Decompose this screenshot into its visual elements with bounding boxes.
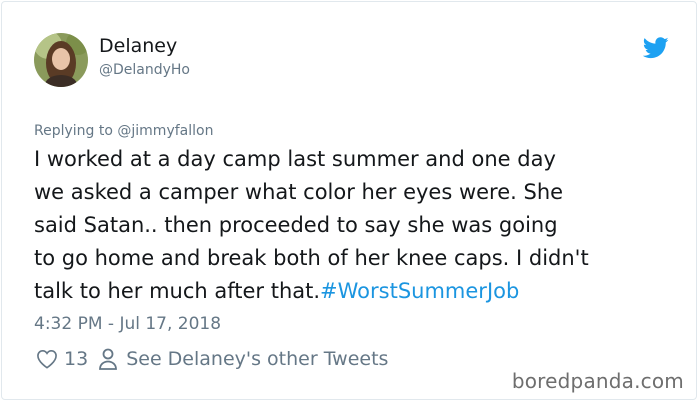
replying-prefix: Replying to [34,123,118,139]
hashtag-link[interactable]: #WorstSummerJob [320,279,519,303]
tweet-timestamp[interactable]: 4:32 PM - Jul 17, 2018 [34,314,221,334]
heart-icon[interactable] [36,349,58,369]
tweet-card: Delaney @DelandyHo Replying to @jimmyfal… [1,1,697,400]
tweet-text: I worked at a day camp last summer and o… [34,143,684,308]
watermark: boredpanda.com [511,369,684,393]
display-name[interactable]: Delaney [99,35,177,57]
like-count[interactable]: 13 [64,348,88,370]
replying-to: Replying to @jimmyfallon [34,123,213,139]
mention-link[interactable]: @jimmyfallon [117,123,213,139]
user-handle[interactable]: @DelandyHo [99,62,190,78]
twitter-bird-icon[interactable] [642,37,669,59]
avatar[interactable] [34,33,88,87]
other-tweets-link[interactable]: See Delaney's other Tweets [126,348,388,370]
tweet-actions: 13 See Delaney's other Tweets [36,348,388,370]
person-icon[interactable] [98,348,118,370]
